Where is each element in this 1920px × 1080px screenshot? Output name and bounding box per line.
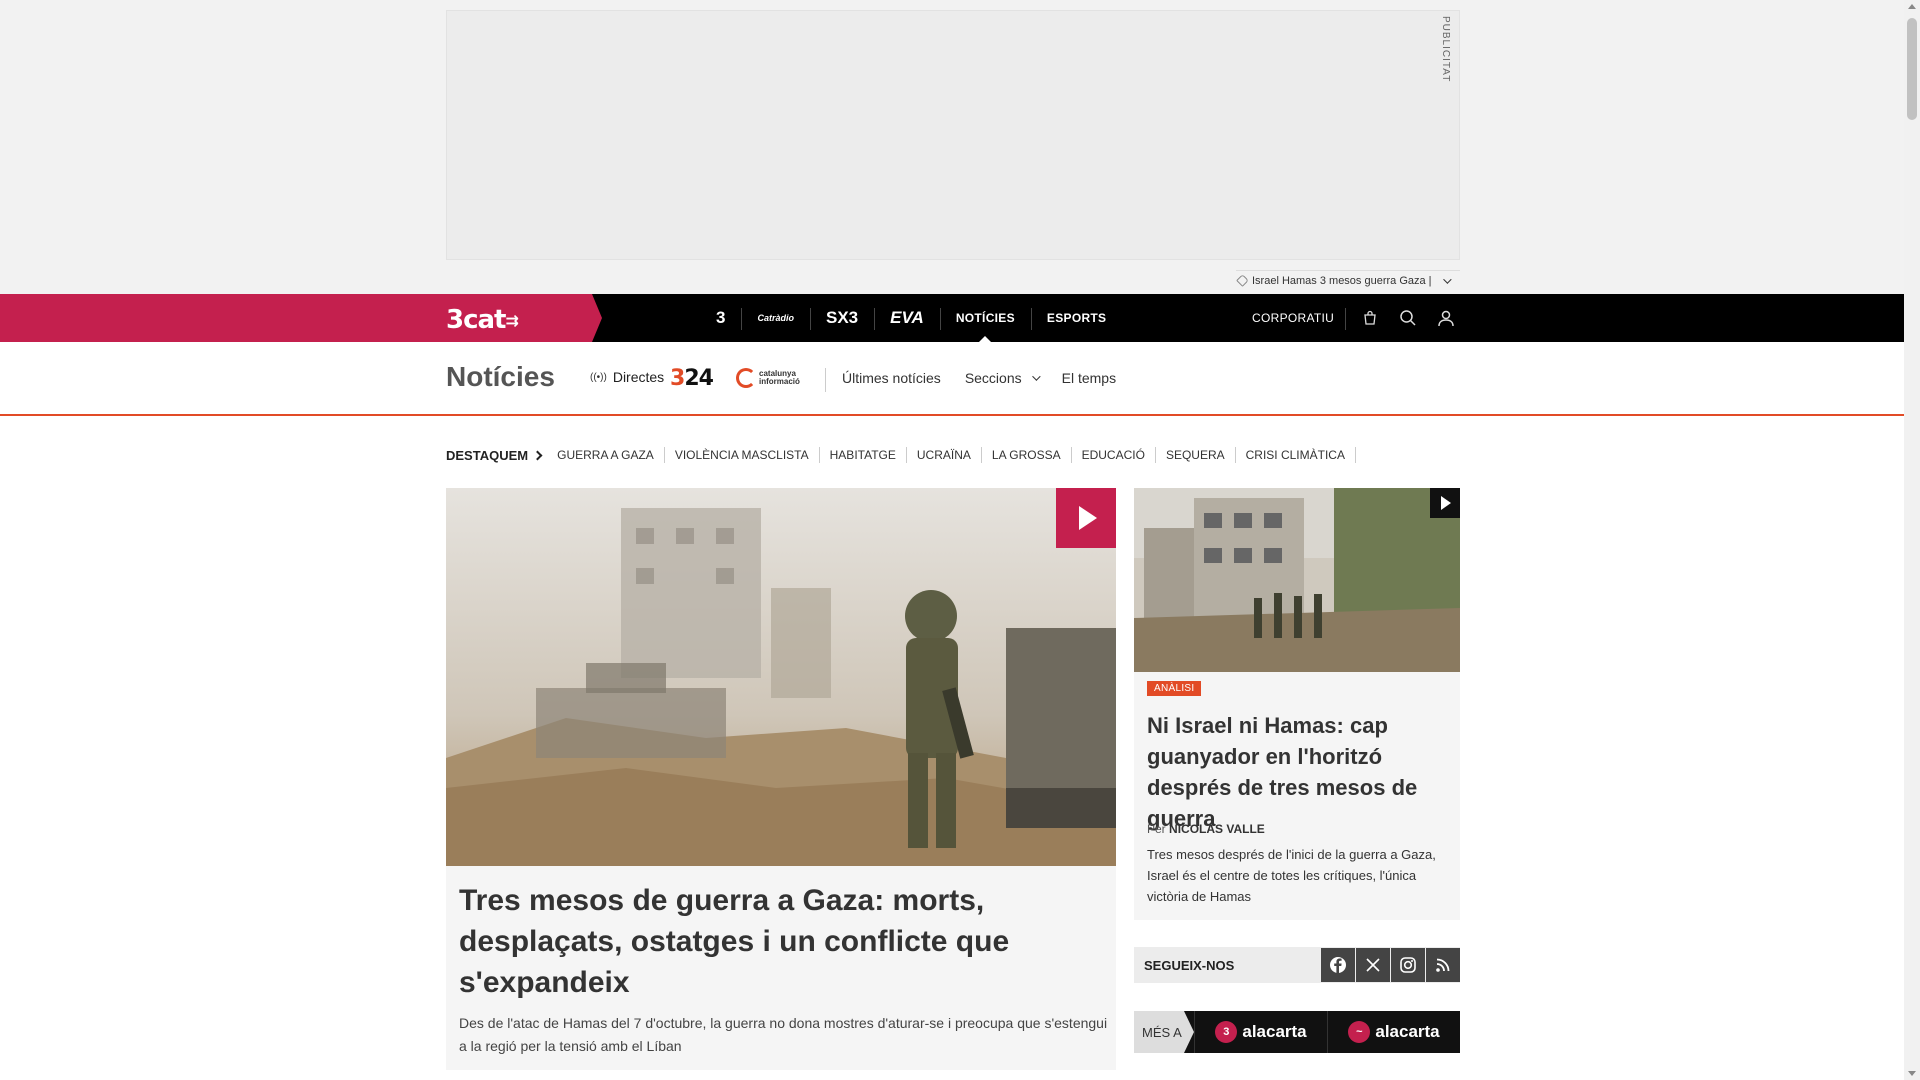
- nav-divider: [1345, 308, 1346, 330]
- follow-us-bar: SEGUEIX-NOS: [1134, 947, 1460, 983]
- header-divider: [825, 368, 826, 392]
- channel-nav: 3 Catràdio SX3 EVA NOTÍCIES ESPORTS: [700, 294, 1122, 342]
- side-article-headline[interactable]: Ni Israel ni Hamas: cap guanyador en l'h…: [1147, 710, 1452, 834]
- play-icon: [1441, 496, 1451, 510]
- analysis-badge: ANÀLISI: [1147, 681, 1202, 696]
- catalunya-informacio-logo[interactable]: catalunya informació: [736, 368, 829, 388]
- highlights-label[interactable]: DESTAQUEM: [446, 447, 543, 463]
- live-broadcast-icon: ((•)): [590, 371, 607, 383]
- shop-bag-icon[interactable]: [1358, 306, 1382, 330]
- mes-a-label: MÉS A: [1134, 1011, 1194, 1053]
- highlight-item[interactable]: LA GROSSA: [982, 447, 1072, 463]
- tv3-logo-icon: 3: [1215, 1021, 1238, 1043]
- side-article-summary: Tres mesos després de l'inici de la guer…: [1147, 847, 1436, 904]
- channel-catradio[interactable]: Catràdio: [741, 294, 810, 342]
- channel-esports[interactable]: ESPORTS: [1030, 294, 1122, 342]
- main-article-image[interactable]: [446, 488, 1116, 866]
- catinfo-circle-icon: [736, 368, 756, 388]
- channel-tv3-logo: 3: [716, 308, 726, 327]
- play-video-button[interactable]: [1056, 488, 1116, 548]
- directes-label: Directes: [612, 369, 665, 385]
- brand-name: 3cat: [446, 305, 506, 335]
- ultimes-noticies-link[interactable]: Últimes notícies: [842, 370, 941, 386]
- nav-icons: [1358, 294, 1458, 342]
- tv3-alacarta-label: alacarta: [1242, 1022, 1307, 1041]
- tag-icon: [1236, 274, 1249, 287]
- user-icon[interactable]: [1434, 306, 1458, 330]
- 3cat24-logo[interactable]: 324: [670, 366, 714, 391]
- 3cat-logo[interactable]: 3cat⇉: [446, 305, 519, 335]
- section-header: Notícies ((•)) Directes 324 catalunya in…: [0, 342, 1904, 416]
- instagram-icon[interactable]: [1391, 948, 1425, 982]
- play-icon: [1079, 506, 1097, 530]
- byline: Per NICOLÁS VALLE: [1147, 822, 1265, 836]
- channel-tv3[interactable]: 3: [700, 294, 741, 342]
- scrollbar-thumb[interactable]: [1907, 18, 1917, 120]
- highlight-item[interactable]: CRISI CLIMÀTICA: [1236, 447, 1356, 463]
- ad-banner[interactable]: [446, 10, 1460, 260]
- highlight-item[interactable]: SEQUERA: [1156, 447, 1236, 463]
- mes-a-bar: MÉS A 3 alacarta ~ alacarta: [1134, 1011, 1460, 1053]
- channel-sx3-logo: SX3: [825, 308, 859, 327]
- catradio-alacarta-label: alacarta: [1375, 1022, 1440, 1041]
- seccions-label: Seccions: [964, 370, 1022, 386]
- highlight-item[interactable]: EDUCACIÓ: [1072, 447, 1156, 463]
- channel-eva[interactable]: EVA: [874, 294, 940, 342]
- highlight-item[interactable]: HABITATGE: [820, 447, 907, 463]
- catinfo-text: catalunya informació: [759, 369, 800, 386]
- corporatiu-link[interactable]: CORPORATIU: [1252, 294, 1334, 342]
- highlight-item[interactable]: VIOLÈNCIA MASCLISTA: [665, 447, 820, 463]
- chevron-down-icon[interactable]: [1442, 274, 1452, 284]
- trending-topic-bar[interactable]: Israel Hamas 3 mesos guerra Gaza |: [1236, 270, 1460, 290]
- channel-catradio-logo: Catràdio: [757, 313, 794, 323]
- scroll-up-arrow-icon[interactable]: [1908, 4, 1916, 9]
- side-article-image[interactable]: [1134, 488, 1460, 672]
- highlight-item[interactable]: GUERRA A GAZA: [557, 447, 665, 463]
- main-article-headline[interactable]: Tres mesos de guerra a Gaza: morts, desp…: [459, 880, 1079, 1003]
- follow-us-label: SEGUEIX-NOS: [1144, 957, 1235, 973]
- byline-prefix: Per: [1147, 822, 1166, 836]
- play-video-button[interactable]: [1430, 488, 1460, 518]
- x-twitter-icon[interactable]: [1356, 948, 1390, 982]
- catradio-alacarta-link[interactable]: ~ alacarta: [1327, 1011, 1460, 1053]
- highlight-item[interactable]: UCRAÏNA: [907, 447, 982, 463]
- logo-324-a: 3: [670, 366, 685, 391]
- brand-arrows-icon: ⇉: [505, 311, 518, 330]
- side-article-card[interactable]: ANÀLISI Ni Israel ni Hamas: cap guanyado…: [1134, 488, 1460, 920]
- chevron-right-icon: [532, 450, 543, 460]
- chevron-down-icon: [1031, 372, 1041, 381]
- directes-link[interactable]: ((•)) Directes: [590, 369, 664, 385]
- page-scrollbar[interactable]: [1904, 0, 1920, 1080]
- trending-topic-text: Israel Hamas 3 mesos guerra Gaza |: [1252, 274, 1432, 287]
- section-links: Últimes notícies Seccions El temps: [842, 370, 1116, 386]
- ad-label: PUBLICITAT: [1440, 16, 1451, 83]
- page-title[interactable]: Notícies: [446, 361, 555, 393]
- main-article-summary: Des de l'atac de Hamas del 7 d'octubre, …: [459, 1015, 1108, 1054]
- scroll-down-arrow-icon[interactable]: [1908, 1071, 1916, 1076]
- channel-noticies[interactable]: NOTÍCIES: [939, 294, 1031, 342]
- logo-324-b: 24: [684, 366, 714, 391]
- main-article-card[interactable]: Tres mesos de guerra a Gaza: morts, desp…: [446, 488, 1116, 1070]
- catradio-logo-icon: ~: [1348, 1021, 1371, 1043]
- top-navigation: 3cat⇉ 3 Catràdio SX3 EVA NOTÍCIES ESPORT…: [0, 294, 1904, 342]
- facebook-icon[interactable]: [1321, 948, 1355, 982]
- ad-region: PUBLICITAT Israel Hamas 3 mesos guerra G…: [0, 0, 1904, 294]
- search-icon[interactable]: [1396, 306, 1420, 330]
- channel-eva-logo: EVA: [890, 308, 924, 327]
- channel-sx3[interactable]: SX3: [809, 294, 874, 342]
- destaquem-label: DESTAQUEM: [446, 447, 529, 463]
- author-link[interactable]: NICOLÁS VALLE: [1169, 822, 1265, 836]
- channel-noticies-label: NOTÍCIES: [955, 311, 1015, 325]
- seccions-dropdown[interactable]: Seccions: [964, 370, 1041, 386]
- el-temps-link[interactable]: El temps: [1062, 370, 1116, 386]
- channel-esports-label: ESPORTS: [1046, 311, 1107, 325]
- tv3-alacarta-link[interactable]: 3 alacarta: [1194, 1011, 1327, 1053]
- rss-icon[interactable]: [1426, 948, 1460, 982]
- highlights-bar: DESTAQUEM GUERRA A GAZA VIOLÈNCIA MASCLI…: [446, 445, 1356, 465]
